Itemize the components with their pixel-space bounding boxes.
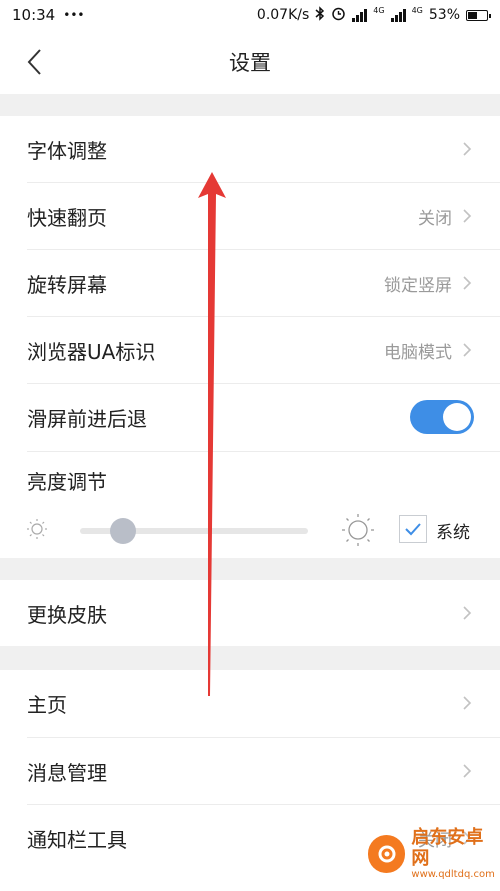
page-title: 设置 bbox=[229, 51, 271, 75]
section-gap bbox=[0, 94, 500, 116]
setting-home-page[interactable]: 主页 bbox=[0, 670, 500, 736]
watermark-title: 启东安卓网 bbox=[411, 827, 484, 869]
setting-fast-page-turn[interactable]: 快速翻页 关闭 bbox=[0, 183, 500, 249]
setting-label: 更换皮肤 bbox=[27, 602, 107, 627]
status-time: 10:34 bbox=[12, 6, 56, 24]
watermark-url: www.qdltdq.com bbox=[411, 869, 495, 881]
network-type-1: 4G bbox=[373, 6, 385, 15]
checkmark-icon bbox=[405, 523, 421, 536]
brightness-slider-row: 系统 bbox=[0, 512, 500, 548]
chevron-right-icon bbox=[462, 342, 474, 358]
swipe-toggle-switch[interactable] bbox=[410, 400, 474, 434]
chevron-left-icon bbox=[27, 49, 41, 75]
alarm-icon bbox=[331, 6, 346, 24]
brightness-high-icon bbox=[340, 512, 376, 552]
chevron-right-icon bbox=[462, 695, 474, 711]
setting-change-skin[interactable]: 更换皮肤 bbox=[0, 580, 500, 646]
setting-value: 锁定竖屏 bbox=[384, 275, 452, 296]
brightness-low-icon bbox=[26, 518, 48, 544]
battery-percent: 53% bbox=[428, 7, 460, 23]
status-bar: 10:34 ••• 0.07K/s 4G 4G 53% bbox=[0, 0, 500, 30]
chevron-right-icon bbox=[462, 208, 474, 224]
cell-signal-icon-1 bbox=[390, 8, 406, 22]
battery-icon bbox=[466, 9, 491, 21]
bluetooth-icon bbox=[315, 6, 325, 24]
setting-swipe-navigation: 滑屏前进后退 bbox=[0, 384, 500, 450]
system-brightness-label: 系统 bbox=[436, 523, 470, 543]
setting-label: 主页 bbox=[27, 692, 67, 717]
setting-value: 关闭 bbox=[418, 208, 452, 229]
watermark-logo-icon bbox=[368, 835, 406, 874]
brightness-slider-thumb[interactable] bbox=[110, 518, 137, 544]
setting-label: 消息管理 bbox=[27, 760, 107, 785]
chevron-right-icon bbox=[462, 275, 474, 291]
swipe-up-arrow-annotation bbox=[198, 172, 226, 696]
nav-bar: 设置 bbox=[0, 30, 500, 94]
network-speed: 0.07K/s bbox=[256, 7, 310, 23]
status-more-dots: ••• bbox=[63, 8, 85, 22]
brightness-section: 亮度调节 系统 bbox=[0, 452, 500, 558]
toggle-knob bbox=[443, 403, 471, 431]
site-watermark: 启东安卓网 www.qdltdq.com bbox=[368, 827, 500, 881]
setting-message-management[interactable]: 消息管理 bbox=[0, 738, 500, 804]
brightness-label: 亮度调节 bbox=[27, 470, 107, 494]
setting-rotate-screen[interactable]: 旋转屏幕 锁定竖屏 bbox=[0, 250, 500, 316]
wifi-signal-icon bbox=[352, 8, 368, 22]
setting-value: 电脑模式 bbox=[384, 342, 452, 363]
chevron-right-icon bbox=[462, 141, 474, 157]
setting-font-size[interactable]: 字体调整 bbox=[0, 116, 500, 182]
system-brightness-checkbox[interactable] bbox=[399, 515, 427, 543]
setting-browser-ua[interactable]: 浏览器UA标识 电脑模式 bbox=[0, 317, 500, 383]
chevron-right-icon bbox=[462, 605, 474, 621]
network-type-2: 4G bbox=[411, 6, 423, 15]
setting-label: 通知栏工具 bbox=[27, 827, 127, 852]
section-gap bbox=[0, 558, 500, 580]
section-gap bbox=[0, 646, 500, 670]
chevron-right-icon bbox=[462, 763, 474, 779]
back-button[interactable] bbox=[18, 44, 50, 80]
setting-label: 字体调整 bbox=[27, 138, 107, 163]
